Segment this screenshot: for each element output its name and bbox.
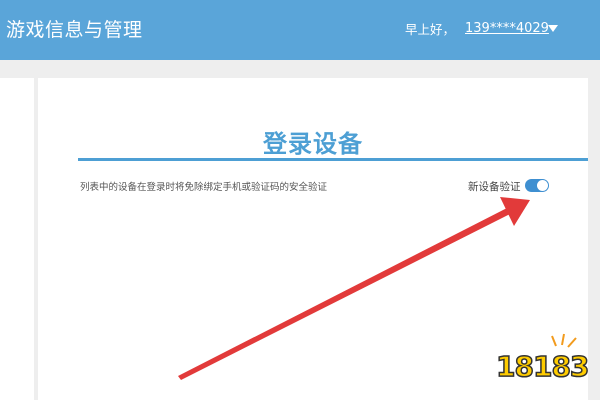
watermark-logo: 18183 — [492, 328, 592, 388]
watermark-text: 18183 — [495, 349, 590, 384]
arrow-shaft — [178, 208, 510, 380]
